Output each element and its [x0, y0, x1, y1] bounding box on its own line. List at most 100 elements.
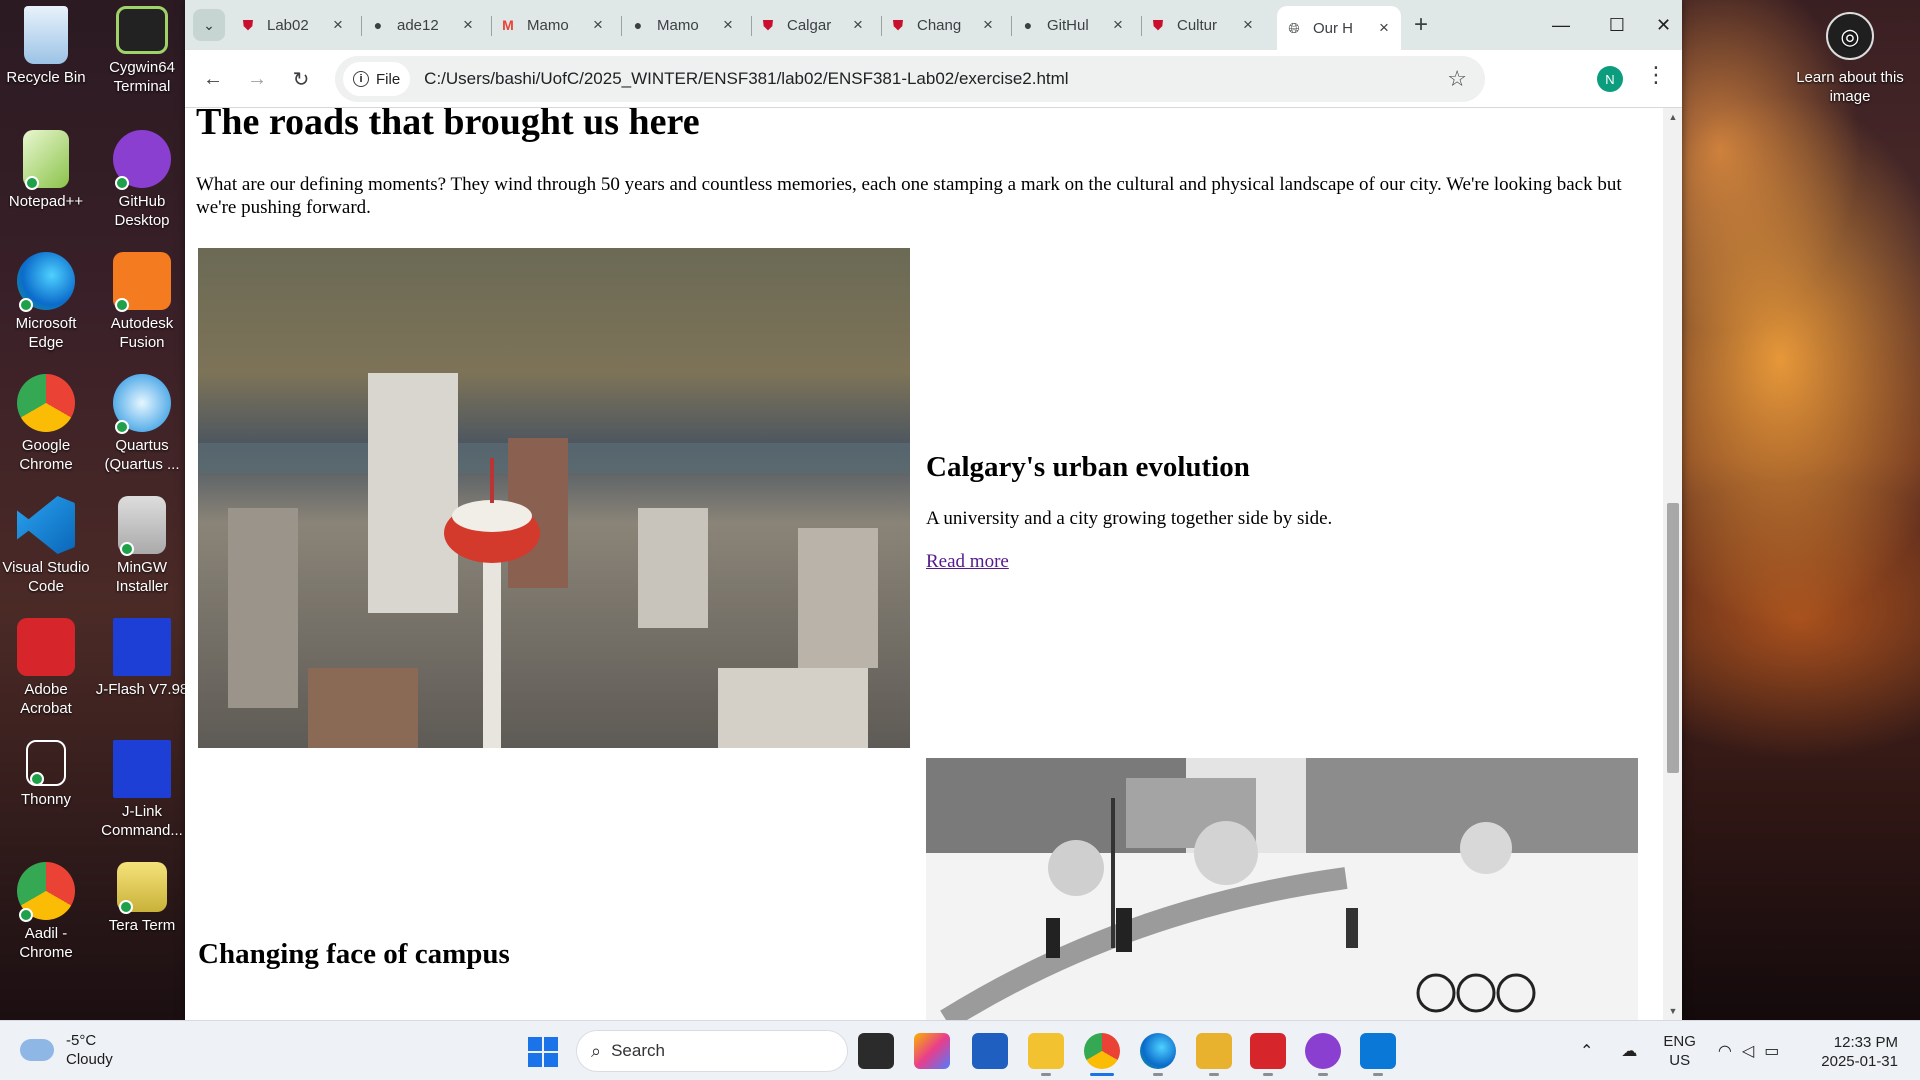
acrobat-taskbar-icon[interactable]	[1250, 1033, 1286, 1069]
tab-culture[interactable]: ⛊ Cultur ×	[1141, 8, 1265, 42]
github-desktop-taskbar-icon[interactable]	[1305, 1033, 1341, 1069]
chevron-down-icon: ⌄	[203, 16, 215, 33]
mingw-icon	[118, 496, 166, 556]
reload-button[interactable]: ↻	[285, 63, 317, 95]
maximize-button[interactable]: ☐	[1589, 0, 1645, 50]
copilot-icon[interactable]	[914, 1033, 950, 1069]
close-icon[interactable]: ×	[1375, 18, 1393, 38]
scroll-down-icon[interactable]: ▼	[1667, 1006, 1679, 1016]
back-button[interactable]: ←	[197, 63, 229, 95]
browser-window: ⌄ ⛊ Lab02 × ● ade12 × M Mamo × ● Mamo × …	[185, 0, 1682, 1020]
desktop-icon-label: J-Flash V7.98	[95, 681, 189, 698]
desktop-icon-fusion[interactable]: Autodesk Fusion	[94, 252, 190, 352]
tab-github[interactable]: ● GitHul ×	[1011, 8, 1135, 42]
card-title: Changing face of campus	[198, 938, 510, 970]
page-viewport: The roads that brought us here What are …	[185, 108, 1682, 1020]
app-taskbar-icon[interactable]	[1196, 1033, 1232, 1069]
close-icon[interactable]: ×	[1239, 15, 1257, 35]
desktop-icon-cygwin[interactable]: Cygwin64 Terminal	[94, 6, 190, 96]
running-indicator	[1373, 1073, 1383, 1076]
close-icon[interactable]: ×	[589, 15, 607, 35]
running-indicator	[1318, 1073, 1328, 1076]
tab-lab02[interactable]: ⛊ Lab02 ×	[231, 8, 355, 42]
chevron-up-icon[interactable]: ⌃	[1580, 1041, 1593, 1061]
desktop-icon-aadil-chrome[interactable]: Aadil - Chrome	[0, 862, 94, 962]
desktop-icon-quartus[interactable]: Quartus (Quartus ...	[94, 374, 190, 474]
language-indicator[interactable]: ENG US	[1663, 1032, 1696, 1070]
scroll-up-icon[interactable]: ▲	[1667, 112, 1679, 122]
quartus-icon	[113, 374, 171, 434]
running-indicator	[1041, 1073, 1051, 1076]
desktop-icon-jlink[interactable]: J-Link Command...	[94, 740, 190, 840]
scrollbar-thumb[interactable]	[1667, 503, 1679, 773]
close-window-button[interactable]: ✕	[1645, 0, 1682, 50]
vscode-taskbar-icon[interactable]	[1360, 1033, 1396, 1069]
onedrive-icon[interactable]: ☁	[1621, 1041, 1637, 1061]
address-bar[interactable]: i File C:/Users/bashi/UofC/2025_WINTER/E…	[335, 56, 1485, 102]
new-tab-button[interactable]: +	[1406, 10, 1436, 40]
gmail-icon: M	[502, 17, 514, 33]
search-icon: ⌕	[591, 1040, 602, 1061]
wifi-icon[interactable]: ◠	[1718, 1041, 1732, 1061]
desktop-icon-notepadpp[interactable]: Notepad++	[0, 130, 94, 211]
close-icon[interactable]: ×	[459, 15, 477, 35]
desktop-icon-mingw[interactable]: MinGW Installer	[94, 496, 190, 596]
site-info-chip[interactable]: i File	[343, 62, 411, 96]
desktop-icon-label: Autodesk Fusion	[110, 315, 174, 351]
desktop-icon-github-desktop[interactable]: GitHub Desktop	[94, 130, 190, 230]
forward-button[interactable]: →	[241, 63, 273, 95]
microsoft-store-icon[interactable]	[972, 1033, 1008, 1069]
file-explorer-icon[interactable]	[1028, 1033, 1064, 1069]
edge-taskbar-icon[interactable]	[1140, 1033, 1176, 1069]
weather-temperature: -5°C	[66, 1032, 97, 1049]
tab-github-ade12[interactable]: ● ade12 ×	[361, 8, 485, 42]
minimize-button[interactable]: —	[1533, 0, 1589, 50]
desktop-icon-thonny[interactable]: Thonny	[0, 740, 94, 809]
tab-calgary[interactable]: ⛊ Calgar ×	[751, 8, 875, 42]
weather-widget[interactable]: -5°C Cloudy	[20, 1031, 113, 1069]
desktop-icon-teraterm[interactable]: Tera Term	[94, 862, 190, 935]
close-icon[interactable]: ×	[979, 15, 997, 35]
bookmark-star-icon[interactable]: ☆	[1447, 66, 1467, 92]
task-view-icon[interactable]	[858, 1033, 894, 1069]
intro-paragraph: What are our defining moments? They wind…	[196, 174, 1622, 218]
desktop-icon-chrome[interactable]: Google Chrome	[0, 374, 94, 474]
tab-our-history-active[interactable]: 🌐︎ Our H ×	[1277, 6, 1401, 50]
desktop-icon-edge[interactable]: Microsoft Edge	[0, 252, 94, 352]
start-button[interactable]	[528, 1037, 558, 1067]
calgary-tower-aerial-image	[198, 248, 910, 748]
running-indicator	[1209, 1073, 1219, 1076]
more-menu-icon[interactable]: ⋮	[1645, 62, 1667, 88]
close-icon[interactable]: ×	[329, 15, 347, 35]
site-info-label: File	[376, 70, 401, 88]
close-icon: ✕	[1655, 14, 1672, 35]
language-code: ENG	[1663, 1033, 1696, 1050]
battery-icon[interactable]: ▭	[1764, 1041, 1779, 1061]
arrow-right-icon: →	[247, 67, 267, 90]
close-icon[interactable]: ×	[849, 15, 867, 35]
tab-search-button[interactable]: ⌄	[193, 9, 225, 41]
desktop-icon-recycle-bin[interactable]: Recycle Bin	[0, 6, 94, 87]
chrome-taskbar-icon[interactable]	[1084, 1033, 1120, 1069]
close-icon[interactable]: ×	[1109, 15, 1127, 35]
tab-github-mamo[interactable]: ● Mamo ×	[621, 8, 745, 42]
thonny-icon	[26, 740, 66, 786]
page-scrollbar[interactable]: ▲ ▼	[1663, 108, 1682, 1020]
ucalgary-shield-icon: ⛊	[242, 16, 254, 33]
tab-gmail[interactable]: M Mamo ×	[491, 8, 615, 42]
volume-icon[interactable]: ◁	[1742, 1041, 1754, 1061]
desktop-icon-jflash[interactable]: J-Flash V7.98	[94, 618, 190, 699]
profile-avatar[interactable]: N	[1597, 66, 1623, 92]
ucalgary-shield-icon: ⛊	[1152, 16, 1164, 33]
close-icon[interactable]: ×	[719, 15, 737, 35]
desktop-icon-vscode[interactable]: Visual Studio Code	[0, 496, 94, 596]
cloud-icon	[20, 1039, 54, 1061]
running-indicator	[1263, 1073, 1273, 1076]
tab-changing[interactable]: ⛊ Chang ×	[881, 8, 1005, 42]
read-more-link[interactable]: Read more	[926, 551, 1009, 573]
learn-about-image[interactable]: ◎ Learn about this image	[1795, 12, 1905, 106]
desktop-icon-acrobat[interactable]: Adobe Acrobat	[0, 618, 94, 718]
url-text[interactable]: C:/Users/bashi/UofC/2025_WINTER/ENSF381/…	[424, 69, 1068, 89]
taskbar-search[interactable]: ⌕ Search	[576, 1030, 848, 1072]
taskbar-clock[interactable]: 12:33 PM 2025-01-31	[1812, 1033, 1898, 1071]
